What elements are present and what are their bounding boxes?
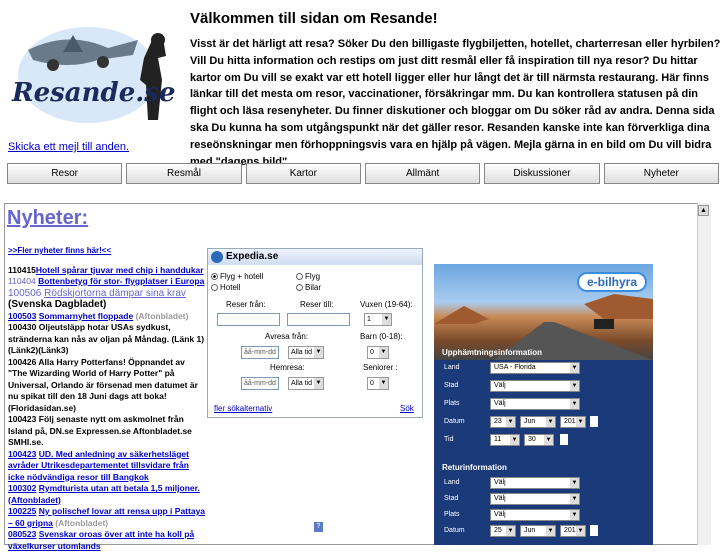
- pickup-plats-select[interactable]: Välj ▼: [490, 398, 580, 410]
- scroll-up-icon[interactable]: ▲: [698, 205, 709, 216]
- news-item[interactable]: 110415Hotell spårar tjuvar med chip i ha…: [8, 265, 206, 277]
- tid-label: Tid: [444, 436, 454, 443]
- return-title: Returinformation: [442, 463, 507, 472]
- return-day-select[interactable]: 25 ▼: [490, 525, 516, 537]
- news-item[interactable]: 100426 Alla Harry Potterfans! Öppnandet …: [8, 357, 206, 415]
- radio-flight-hotel[interactable]: Flyg + hotell: [211, 272, 263, 281]
- more-options-link[interactable]: fler sökalternativ: [214, 404, 272, 413]
- expedia-widget: Expedia.se Flyg + hotell Flyg Hotell Bil…: [207, 248, 423, 418]
- news-item[interactable]: 100423 Följ senaste nytt om askmolnet fr…: [8, 414, 206, 449]
- news-item[interactable]: 100503 Sommarnyhet floppade (Aftonbladet…: [8, 311, 206, 323]
- resande-logo: Resande.se: [8, 10, 178, 140]
- return-datum-label: Datum: [444, 527, 465, 534]
- children-label: Barn (0-18):: [360, 332, 403, 341]
- adults-label: Vuxen (19-64):: [360, 300, 413, 309]
- globe-icon: [211, 251, 223, 263]
- return-calendar-icon[interactable]: [590, 525, 598, 536]
- news-title[interactable]: Nyheter:: [7, 207, 88, 230]
- depart-date-input[interactable]: åå-mm-dd: [241, 346, 279, 359]
- to-input[interactable]: [287, 313, 350, 326]
- land-label: Land: [444, 364, 460, 371]
- radio-flight[interactable]: Flyg: [296, 272, 320, 281]
- return-plats-select[interactable]: Välj ▼: [490, 509, 580, 521]
- seniors-label: Seniorer :: [363, 363, 398, 372]
- bilhyra-widget: e-bilhyra Upphämtningsinformation Land U…: [434, 264, 653, 545]
- news-item[interactable]: 110404 Bottenbetyg för stor- flygplatser…: [8, 276, 206, 288]
- pickup-hour-select[interactable]: 11 ▼: [490, 434, 520, 446]
- return-month-select[interactable]: Jun ▼: [520, 525, 556, 537]
- plats-label: Plats: [444, 400, 460, 407]
- return-stad-select[interactable]: Välj ▼: [490, 493, 580, 505]
- calendar-icon[interactable]: [590, 416, 598, 427]
- return-land-label: Land: [444, 479, 460, 486]
- seniors-select[interactable]: 0 ▼: [367, 377, 389, 390]
- scrollbar[interactable]: [697, 203, 711, 545]
- pickup-land-select[interactable]: USA - Florida ▼: [490, 362, 580, 374]
- bilhyra-logo: e-bilhyra: [576, 272, 647, 292]
- return-label: Hemresa:: [270, 363, 305, 372]
- logo-text: Resande.se: [12, 78, 176, 108]
- return-plats-label: Plats: [444, 511, 460, 518]
- pickup-day-select[interactable]: 23 ▼: [490, 416, 516, 428]
- depart-time-select[interactable]: Alla tid ▼: [288, 346, 324, 359]
- to-label: Reser till:: [300, 300, 334, 309]
- news-item[interactable]: 100430 Oljeutsläpp hotar USAs sydkust, s…: [8, 322, 206, 357]
- pickup-stad-select[interactable]: Välj ▼: [490, 380, 580, 392]
- mail-link[interactable]: Skicka ett mejl till anden.: [8, 141, 129, 153]
- children-select[interactable]: 0 ▼: [367, 346, 389, 359]
- nav-bar: Resor Resmål Kartor Allmänt Diskussioner…: [7, 163, 719, 186]
- more-news-link[interactable]: >>Fler nyheter finns här!<<: [8, 245, 206, 257]
- return-date-input[interactable]: åå-mm-dd: [241, 377, 279, 390]
- pickup-month-select[interactable]: Jun ▼: [520, 416, 556, 428]
- news-item[interactable]: 080523 Svenskar oroas över att inte ha k…: [8, 529, 206, 552]
- pickup-year-select[interactable]: 201 ▼: [560, 416, 586, 428]
- from-label: Reser från:: [226, 300, 266, 309]
- news-list: >>Fler nyheter finns här!<< 110415Hotell…: [8, 245, 206, 552]
- adults-select[interactable]: 1 ▼: [364, 313, 392, 326]
- nav-resmal-button[interactable]: Resmål: [126, 163, 242, 184]
- depart-label: Avresa från:: [265, 332, 308, 341]
- clock-icon[interactable]: [560, 434, 568, 445]
- news-item[interactable]: 100506 Rödskjortorna dämpar sina krav (S…: [8, 288, 206, 311]
- nav-kartor-button[interactable]: Kartor: [245, 163, 361, 184]
- road-photo: e-bilhyra: [434, 264, 653, 360]
- return-year-select[interactable]: 201 ▼: [560, 525, 586, 537]
- news-item[interactable]: 100225 Ny polischef lovar att rensa upp …: [8, 506, 206, 529]
- help-icon[interactable]: ?: [314, 522, 323, 532]
- datum-label: Datum: [444, 418, 465, 425]
- radio-hotel[interactable]: Hotell: [211, 283, 240, 292]
- news-item[interactable]: 100302 Rymdturista utan att betala 1,5 m…: [8, 483, 206, 506]
- nav-diskussioner-button[interactable]: Diskussioner: [484, 163, 600, 184]
- from-input[interactable]: [217, 313, 280, 326]
- radio-cars[interactable]: Bilar: [296, 283, 321, 292]
- nav-nyheter-button[interactable]: Nyheter: [603, 163, 719, 184]
- return-land-select[interactable]: Välj ▼: [490, 477, 580, 489]
- page-title: Välkommen till sidan om Resande!: [190, 10, 438, 27]
- expedia-header: Expedia.se: [208, 249, 422, 265]
- pickup-minute-select[interactable]: 30 ▼: [524, 434, 554, 446]
- news-item[interactable]: 100423 UD. Med anledning av säkerhetsläg…: [8, 449, 206, 484]
- pickup-title: Upphämtningsinformation: [442, 348, 542, 357]
- intro-text: Visst är det härligt att resa? Söker Du …: [190, 38, 721, 168]
- nav-resor-button[interactable]: Resor: [7, 163, 123, 184]
- stad-label: Stad: [444, 382, 459, 389]
- search-link[interactable]: Sök: [400, 404, 414, 413]
- nav-allmant-button[interactable]: Allmänt: [364, 163, 481, 184]
- return-time-select[interactable]: Alla tid ▼: [288, 377, 324, 390]
- return-stad-label: Stad: [444, 495, 459, 502]
